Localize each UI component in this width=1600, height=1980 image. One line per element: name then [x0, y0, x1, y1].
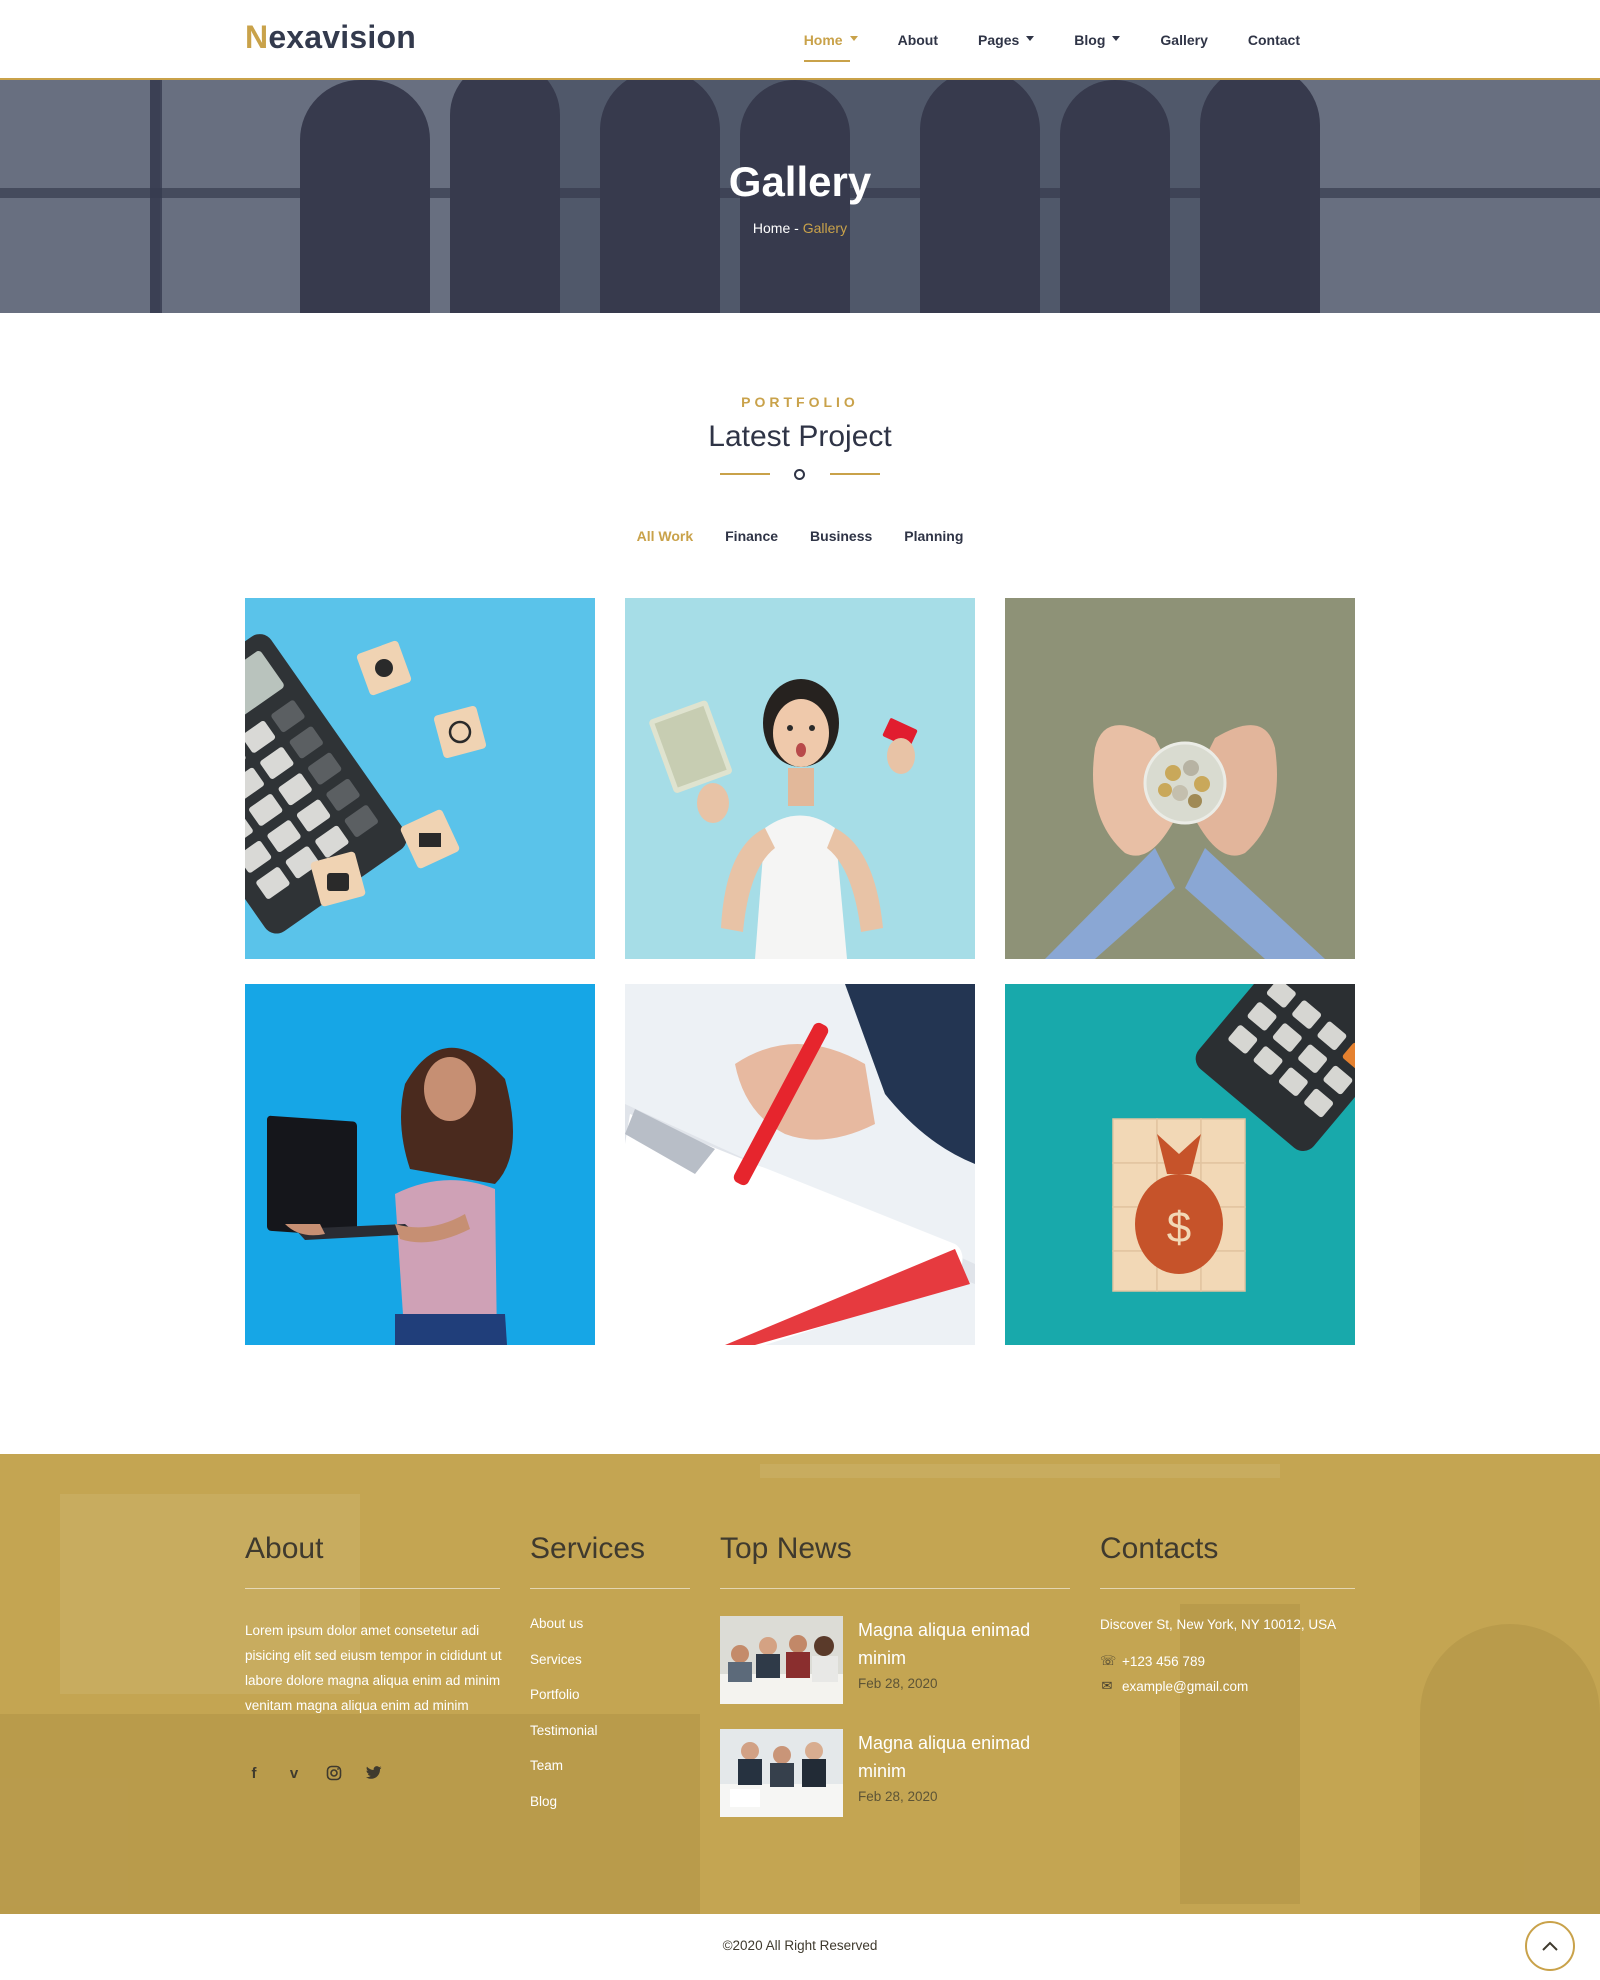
nav-pages-label: Pages: [978, 32, 1020, 48]
caret-down-icon: [1026, 35, 1035, 41]
news-thumbnail: [720, 1729, 843, 1817]
contact-address-text: Discover St, New York, NY 10012, USA: [1100, 1617, 1337, 1632]
back-to-top-button[interactable]: [1525, 1921, 1575, 1971]
breadcrumb: Home - Gallery: [0, 220, 1600, 236]
portfolio-filters: All Work Finance Business Planning: [0, 528, 1600, 544]
news-date: Feb 28, 2020: [858, 1676, 938, 1691]
news-title[interactable]: Magna aliqua enimad minim: [858, 1616, 1063, 1672]
footer-services-title: Services: [530, 1532, 646, 1565]
footer-bg-decor: [1180, 1604, 1300, 1904]
filter-all-work[interactable]: All Work: [637, 528, 694, 544]
page-title: Gallery: [728, 158, 872, 205]
gallery-item-coin-jar[interactable]: [1005, 598, 1355, 959]
filter-business[interactable]: Business: [810, 528, 872, 544]
breadcrumb-home-link[interactable]: Home: [753, 220, 790, 236]
news-title[interactable]: Magna aliqua enimad minim: [858, 1729, 1063, 1785]
chevron-up-icon: [1542, 1941, 1558, 1951]
footer-link-about-us[interactable]: About us: [530, 1616, 598, 1652]
facebook-icon[interactable]: f: [245, 1764, 263, 1782]
contact-email-text: example@gmail.com: [1122, 1678, 1249, 1694]
footer-bg-decor: [760, 1464, 1280, 1478]
phone-icon: ☏: [1100, 1653, 1117, 1668]
section-title: Latest Project: [708, 420, 892, 453]
footer-link-portfolio[interactable]: Portfolio: [530, 1687, 598, 1723]
main-nav: Home About Pages Blog Gallery Contact: [764, 0, 1300, 80]
news-item[interactable]: Magna aliqua enimad minim Feb 28, 2020: [720, 1729, 1070, 1819]
caret-down-icon: [1112, 35, 1121, 41]
footer-link-testimonial[interactable]: Testimonial: [530, 1723, 598, 1759]
nav-home[interactable]: Home: [803, 0, 858, 80]
divider-line: [720, 473, 770, 475]
breadcrumb-separator: -: [790, 220, 803, 236]
site-footer: About Lorem ipsum dolor amet consetetur …: [0, 1454, 1600, 1914]
news-thumbnail: [720, 1616, 843, 1704]
contact-email[interactable]: ✉ example@gmail.com: [1100, 1678, 1249, 1694]
page-banner: Gallery Home - Gallery: [0, 80, 1600, 313]
divider-dot-icon: [794, 469, 805, 480]
gallery-item-clipboard[interactable]: [625, 984, 975, 1345]
twitter-icon[interactable]: [365, 1764, 383, 1782]
gallery-item-woman-laptop[interactable]: [245, 984, 595, 1345]
gallery-item-woman-cash[interactable]: [625, 598, 975, 959]
social-links: f v: [245, 1764, 383, 1782]
site-logo[interactable]: Nexavision: [245, 19, 416, 56]
nav-gallery-label: Gallery: [1160, 32, 1208, 48]
nav-about-label: About: [897, 32, 939, 48]
nav-home-label: Home: [803, 32, 843, 48]
nav-about[interactable]: About: [898, 0, 938, 80]
news-date: Feb 28, 2020: [858, 1789, 938, 1804]
nav-contact-label: Contact: [1247, 32, 1300, 48]
logo-initial: N: [245, 19, 269, 55]
footer-divider: [530, 1588, 690, 1589]
nav-pages[interactable]: Pages: [978, 0, 1035, 80]
woman-cash-image: [625, 598, 975, 959]
section-kicker: PORTFOLIO: [741, 394, 859, 410]
gallery-item-calculator-blocks[interactable]: [245, 598, 595, 959]
caret-down-icon: [849, 35, 858, 41]
news-item[interactable]: Magna aliqua enimad minim Feb 28, 2020: [720, 1616, 1070, 1706]
nav-blog[interactable]: Blog: [1074, 0, 1121, 80]
title-divider: [720, 466, 880, 486]
footer-divider: [245, 1588, 500, 1589]
calculator-blocks-image: [245, 598, 595, 959]
logo-text: exavision: [268, 19, 416, 55]
gallery-item-money-blocks[interactable]: $: [1005, 984, 1355, 1345]
breadcrumb-current: Gallery: [802, 220, 848, 236]
contact-phone-text: +123 456 789: [1122, 1653, 1205, 1669]
site-header: Nexavision Home About Pages Blog Gallery…: [0, 0, 1600, 80]
svg-text:$: $: [1167, 1203, 1191, 1252]
filter-finance[interactable]: Finance: [725, 528, 778, 544]
envelope-icon: ✉: [1101, 1678, 1113, 1693]
nav-blog-label: Blog: [1074, 32, 1106, 48]
contact-address: Discover St, New York, NY 10012, USA: [1100, 1617, 1336, 1632]
divider-line: [830, 473, 880, 475]
footer-news-title: Top News: [720, 1532, 852, 1565]
footer-services-list: About us Services Portfolio Testimonial …: [530, 1616, 598, 1829]
footer-bg-decor: [1420, 1624, 1600, 1914]
footer-link-blog[interactable]: Blog: [530, 1794, 598, 1830]
footer-link-team[interactable]: Team: [530, 1758, 598, 1794]
footer-contacts-title: Contacts: [1100, 1532, 1219, 1565]
footer-about-title: About: [245, 1532, 324, 1565]
woman-laptop-image: [245, 984, 595, 1345]
contact-phone[interactable]: ☏ +123 456 789: [1100, 1653, 1205, 1669]
nav-gallery[interactable]: Gallery: [1160, 0, 1207, 80]
instagram-icon[interactable]: [325, 1764, 343, 1782]
footer-link-services[interactable]: Services: [530, 1652, 598, 1688]
money-blocks-image: $: [1005, 984, 1355, 1345]
vimeo-icon[interactable]: v: [285, 1764, 303, 1782]
footer-divider: [720, 1588, 1070, 1589]
footer-divider: [1100, 1588, 1355, 1589]
filter-planning[interactable]: Planning: [904, 528, 963, 544]
clipboard-image: [625, 984, 975, 1345]
nav-contact[interactable]: Contact: [1248, 0, 1300, 80]
coin-jar-image: [1005, 598, 1355, 959]
footer-about-text: Lorem ipsum dolor amet consetetur adi pi…: [245, 1623, 502, 1713]
copyright-text: ©2020 All Right Reserved: [722, 1938, 878, 1953]
